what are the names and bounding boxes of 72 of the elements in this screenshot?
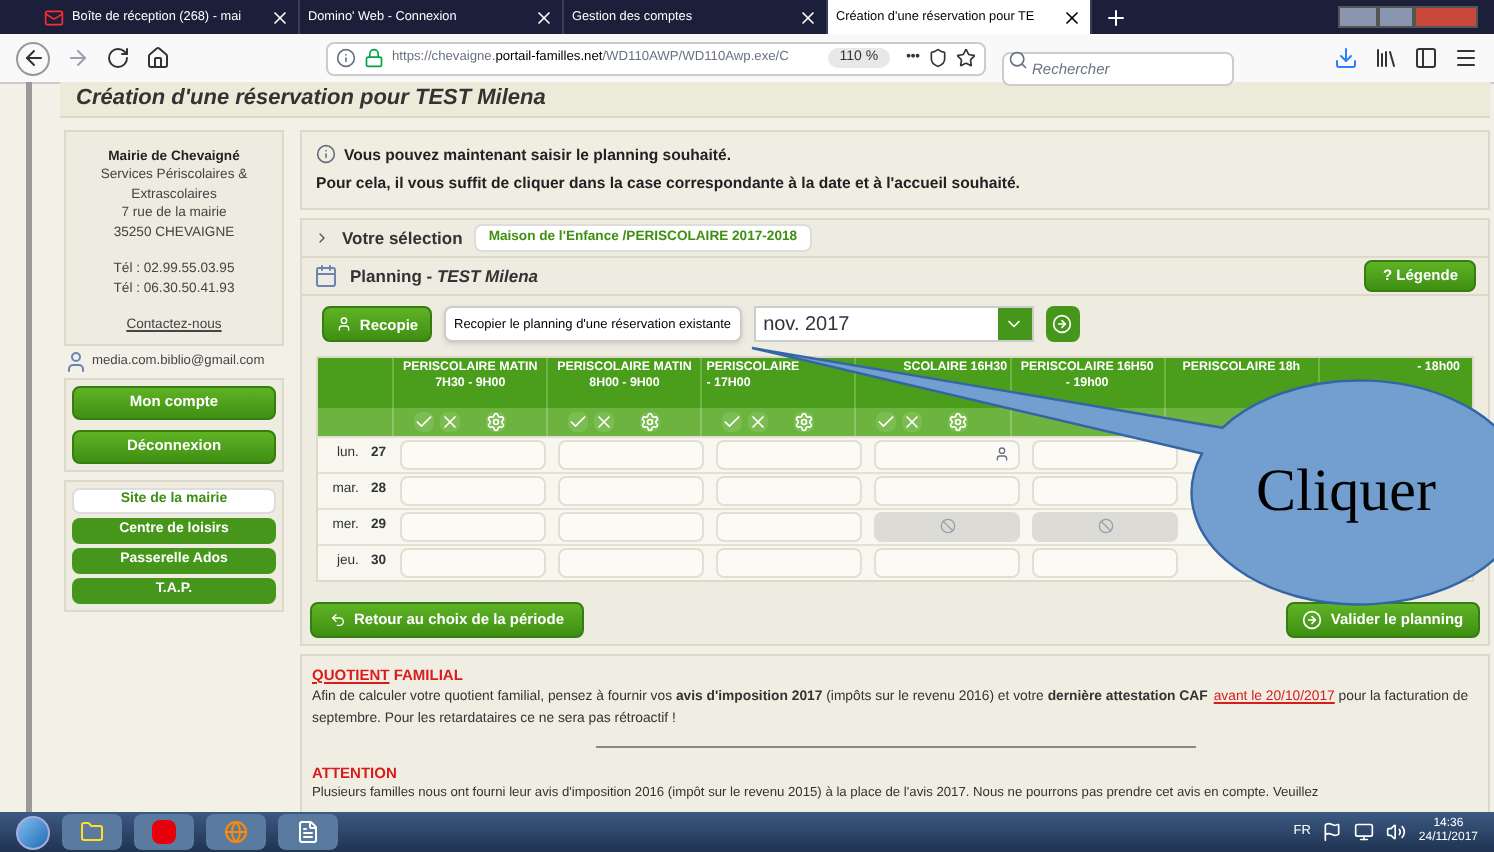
close-icon[interactable]	[1062, 7, 1082, 27]
person-icon	[994, 446, 1010, 463]
check-icon[interactable]	[413, 411, 434, 432]
expand-icon[interactable]	[314, 229, 330, 246]
page-title: Création d'une réservation pour TEST Milena	[60, 82, 1490, 117]
settings-icon[interactable]	[640, 411, 661, 432]
person-icon	[335, 316, 352, 333]
info-icon	[336, 48, 356, 68]
check-icon[interactable]	[568, 411, 589, 432]
forbidden-icon	[1097, 518, 1113, 535]
close-icon[interactable]	[270, 7, 290, 27]
home-icon[interactable]	[146, 46, 170, 70]
start-button[interactable]	[16, 815, 50, 849]
slot-cell[interactable]	[716, 439, 862, 470]
new-tab-icon[interactable]	[1104, 5, 1128, 29]
slot-cell[interactable]	[558, 511, 704, 542]
settings-icon[interactable]	[794, 411, 815, 432]
slot-cell[interactable]	[558, 439, 704, 470]
taskbar-app-icon[interactable]	[134, 814, 194, 850]
slot-cell[interactable]	[558, 547, 704, 578]
menu-icon[interactable]	[1454, 46, 1478, 70]
slot-cell[interactable]	[874, 475, 1020, 506]
info-icon	[316, 144, 336, 165]
taskbar-browser-icon[interactable]	[206, 814, 266, 850]
mail-icon	[44, 7, 64, 27]
library-icon[interactable]	[1374, 46, 1398, 70]
flag-icon[interactable]	[1322, 822, 1343, 842]
search-icon	[1008, 49, 1028, 69]
close-icon[interactable]	[534, 7, 554, 27]
user-icon	[64, 349, 88, 373]
slot-cell[interactable]	[874, 547, 1020, 578]
planning-title: Planning - TEST Milena	[350, 263, 539, 289]
settings-icon[interactable]	[485, 411, 506, 432]
reload-icon[interactable]	[106, 46, 130, 70]
maximize-button[interactable]	[1378, 6, 1414, 28]
slot-cell[interactable]	[874, 439, 1020, 470]
close-icon[interactable]	[798, 7, 818, 27]
taskbar-document-icon[interactable]	[278, 814, 338, 850]
minimize-button[interactable]	[1338, 6, 1378, 28]
slot-cell[interactable]	[1032, 547, 1178, 578]
shield-icon[interactable]	[928, 48, 948, 68]
callout-text: Cliquer	[1256, 458, 1436, 526]
slot-cell[interactable]	[716, 475, 862, 506]
slot-cell[interactable]	[1032, 475, 1178, 506]
selection-label: Votre sélection	[342, 225, 463, 251]
calendar-icon	[314, 263, 338, 288]
download-icon[interactable]	[1334, 46, 1358, 70]
return-icon	[329, 611, 346, 628]
go-button[interactable]	[1045, 306, 1080, 343]
slot-cell[interactable]	[400, 547, 546, 578]
slot-cell[interactable]	[400, 475, 546, 506]
slot-cell[interactable]	[558, 475, 704, 506]
slot-cell[interactable]	[400, 511, 546, 542]
star-icon[interactable]	[956, 48, 976, 68]
settings-icon[interactable]	[948, 411, 969, 432]
check-icon[interactable]	[722, 411, 743, 432]
slot-cell[interactable]	[716, 547, 862, 578]
lock-icon	[364, 48, 384, 68]
arrow-circle-icon	[1052, 314, 1073, 335]
back-button[interactable]	[16, 41, 50, 75]
close-button[interactable]	[1414, 6, 1478, 28]
forbidden-icon	[939, 518, 955, 535]
slot-cell[interactable]	[1032, 439, 1178, 470]
sidebar-icon[interactable]	[1414, 46, 1438, 70]
taskbar-folder-icon[interactable]	[62, 814, 122, 850]
slot-cell[interactable]	[716, 511, 862, 542]
month-select[interactable]: nov. 2017	[753, 306, 1034, 343]
slot-cell[interactable]	[400, 439, 546, 470]
volume-icon[interactable]	[1386, 822, 1407, 842]
back-arrow-icon	[21, 46, 45, 70]
check-icon[interactable]	[876, 411, 897, 432]
forward-icon[interactable]	[66, 46, 90, 70]
